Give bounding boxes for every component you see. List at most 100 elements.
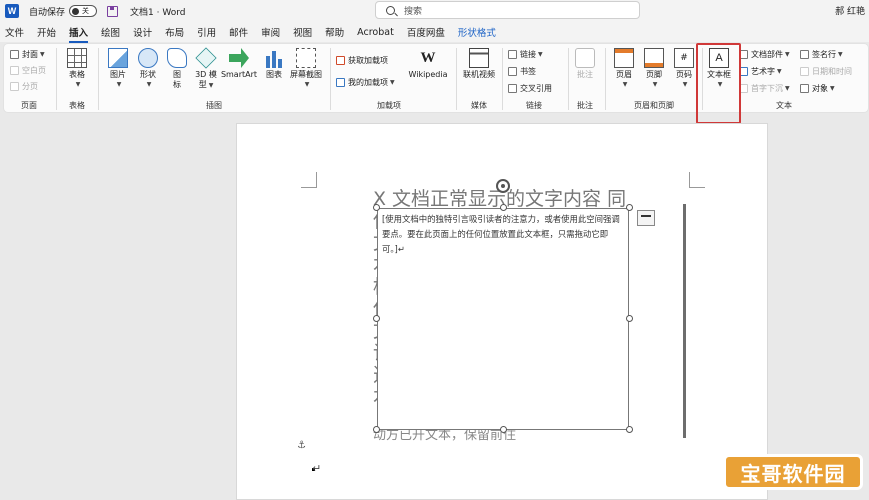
page-break-button[interactable]: 分页 xyxy=(10,81,38,92)
resize-handle-bottom-left[interactable] xyxy=(373,426,380,433)
chevron-down-icon: ▼ xyxy=(116,81,122,88)
resize-handle-right[interactable] xyxy=(626,315,633,322)
tab-view[interactable]: 视图 xyxy=(293,25,312,39)
tab-shape-format[interactable]: 形状格式 xyxy=(458,25,496,39)
tab-acrobat[interactable]: Acrobat xyxy=(357,27,394,38)
icons-button[interactable]: 图标 xyxy=(164,48,190,90)
chart-button[interactable]: 图表 xyxy=(262,48,286,80)
margin-corner-top-left xyxy=(301,172,317,188)
resize-handle-top-right[interactable] xyxy=(626,204,633,211)
shapes-button[interactable]: 形状 ▼ xyxy=(135,48,161,90)
chevron-down-icon: ▼ xyxy=(682,81,688,88)
signature-line-label: 签名行 xyxy=(812,50,836,59)
tab-insert[interactable]: 插入 xyxy=(69,25,89,43)
3d-models-label-1: 3D 模 xyxy=(195,70,217,79)
group-label-tables: 表格 xyxy=(69,101,85,110)
cross-reference-icon xyxy=(508,84,517,93)
screenshot-button[interactable]: 屏幕截图 ▼ xyxy=(287,48,325,90)
link-button[interactable]: 链接 ▼ xyxy=(508,49,543,60)
smartart-button[interactable]: SmartArt xyxy=(220,48,258,80)
bookmark-button[interactable]: 书签 xyxy=(508,66,536,77)
search-icon xyxy=(386,5,395,15)
user-name[interactable]: 郝 红艳 xyxy=(835,4,865,17)
divider xyxy=(456,48,457,110)
chevron-down-icon: ▼ xyxy=(652,81,658,88)
object-icon xyxy=(800,84,809,93)
chart-icon xyxy=(264,48,284,68)
text-box-content[interactable]: [使用文档中的独特引言吸引读者的注意力，或者使用此空间强调要点。要在此页面上的任… xyxy=(378,209,628,260)
footer-icon xyxy=(644,48,664,68)
page-number-button[interactable]: # 页码 ▼ xyxy=(670,48,698,90)
group-label-comments: 批注 xyxy=(577,101,593,110)
tab-references[interactable]: 引用 xyxy=(197,25,216,39)
icons-label-2: 标 xyxy=(173,80,181,89)
header-button[interactable]: 页眉 ▼ xyxy=(610,48,638,90)
rotate-handle-icon[interactable] xyxy=(496,179,510,193)
signature-line-button[interactable]: 签名行 ▼ xyxy=(800,49,843,60)
get-addins-label: 获取加载项 xyxy=(348,56,388,65)
icons-icon xyxy=(167,48,187,68)
group-label-text: 文本 xyxy=(776,101,792,110)
chevron-down-icon: ▼ xyxy=(40,51,45,58)
page-number-label: 页码 xyxy=(676,70,692,79)
tab-mailings[interactable]: 邮件 xyxy=(229,25,248,39)
date-time-button[interactable]: 日期和时间 xyxy=(800,66,852,77)
drop-cap-button[interactable]: 首字下沉 ▼ xyxy=(739,83,790,94)
tab-layout[interactable]: 布局 xyxy=(165,25,184,39)
wikipedia-icon: W xyxy=(420,50,436,66)
blank-page-label: 空白页 xyxy=(22,66,46,75)
date-time-label: 日期和时间 xyxy=(812,67,852,76)
blank-page-button[interactable]: 空白页 xyxy=(10,65,46,76)
resize-handle-top[interactable] xyxy=(500,204,507,211)
object-button[interactable]: 对象 ▼ xyxy=(800,83,835,94)
page-break-label: 分页 xyxy=(22,82,38,91)
save-icon[interactable] xyxy=(107,5,119,17)
resize-handle-bottom[interactable] xyxy=(500,426,507,433)
3d-models-button[interactable]: 3D 模型 ▼ xyxy=(192,47,220,91)
wordart-button[interactable]: 艺术字 ▼ xyxy=(739,66,782,77)
quick-parts-button[interactable]: 文档部件 ▼ xyxy=(739,49,790,60)
divider xyxy=(56,48,57,110)
chevron-down-icon: ▼ xyxy=(390,79,395,86)
chevron-down-icon: ▼ xyxy=(830,85,835,92)
my-addins-label: 我的加载项 xyxy=(348,78,388,87)
tab-review[interactable]: 审阅 xyxy=(261,25,280,39)
cover-page-button[interactable]: 封面 ▼ xyxy=(10,49,45,60)
tab-home[interactable]: 开始 xyxy=(37,25,56,39)
resize-handle-bottom-right[interactable] xyxy=(626,426,633,433)
comment-button[interactable]: 批注 xyxy=(572,48,598,80)
autosave-label: 自动保存 xyxy=(29,7,66,18)
quick-parts-label: 文档部件 xyxy=(751,50,783,59)
get-addins-button[interactable]: 获取加载项 xyxy=(336,55,388,66)
tab-file[interactable]: 文件 xyxy=(5,25,24,39)
header-icon xyxy=(614,48,634,68)
tab-baidu-netdisk[interactable]: 百度网盘 xyxy=(407,25,445,39)
text-box-shape[interactable]: [使用文档中的独特引言吸引读者的注意力，或者使用此空间强调要点。要在此页面上的任… xyxy=(377,208,629,430)
resize-handle-top-left[interactable] xyxy=(373,204,380,211)
my-addins-button[interactable]: 我的加载项 ▼ xyxy=(336,77,395,88)
footer-button[interactable]: 页脚 ▼ xyxy=(640,48,668,90)
group-label-links: 链接 xyxy=(526,101,542,110)
tab-design[interactable]: 设计 xyxy=(133,25,152,39)
tab-help[interactable]: 帮助 xyxy=(325,25,344,39)
table-button[interactable]: 表格 ▼ xyxy=(64,48,90,90)
divider xyxy=(568,48,569,110)
toggle-knob xyxy=(72,7,80,15)
wikipedia-button[interactable]: W Wikipedia xyxy=(406,48,450,80)
pictures-button[interactable]: 图片 ▼ xyxy=(105,48,131,90)
autosave-toggle[interactable]: 关 xyxy=(69,5,98,17)
chevron-down-icon: ▼ xyxy=(538,51,543,58)
tab-draw[interactable]: 绘图 xyxy=(101,25,120,39)
calendar-icon xyxy=(800,67,809,76)
online-video-button[interactable]: 联机视频 xyxy=(460,48,498,80)
divider xyxy=(502,48,503,110)
chevron-down-icon: ▼ xyxy=(622,81,628,88)
textbox-highlight xyxy=(696,43,741,124)
cross-reference-button[interactable]: 交叉引用 xyxy=(508,83,552,94)
autosave-state: 关 xyxy=(82,7,90,15)
search-input[interactable]: 搜索 xyxy=(375,1,640,19)
layout-options-icon[interactable] xyxy=(637,210,655,226)
document-page[interactable]: X 文档正常显示的文字内容 同 使 文 本 框 使 文 请 选 本 动方已开文本… xyxy=(236,123,768,500)
screenshot-label: 屏幕截图 xyxy=(290,70,322,79)
resize-handle-left[interactable] xyxy=(373,315,380,322)
